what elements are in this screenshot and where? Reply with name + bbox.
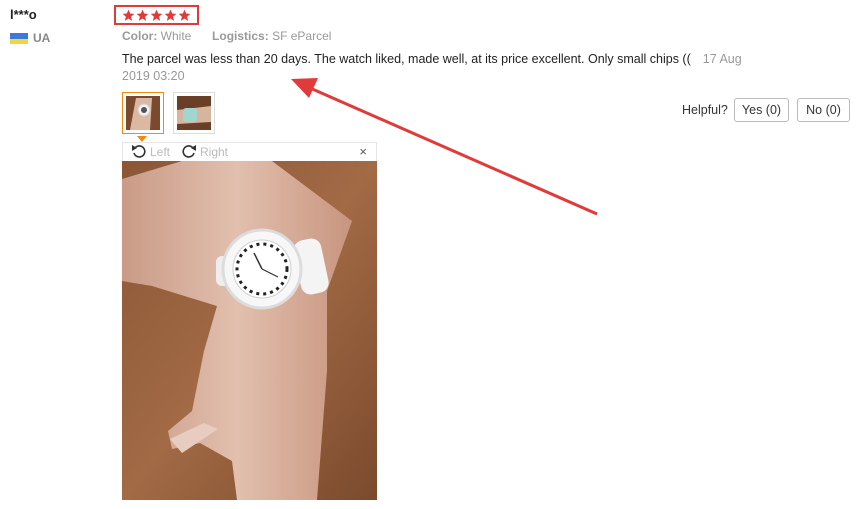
helpful-no-button[interactable]: No (0) [797,98,850,122]
rotate-left-label: Left [150,144,171,159]
logistics-value: SF eParcel [272,29,332,43]
rotate-right-icon [182,145,196,158]
star-icon [150,9,163,21]
reviewer-country: UA [33,31,51,45]
ukraine-flag-icon [10,33,28,44]
logistics-label: Logistics: [212,29,269,43]
star-icon [178,9,191,21]
review-body: The parcel was less than 20 days. The wa… [122,51,762,85]
rotate-right-label: Right [200,144,229,159]
star-icon [136,9,149,21]
star-icon [122,9,135,21]
rotate-left-icon [132,145,146,158]
star-icon [164,9,177,21]
review-photo-enlarged [122,161,377,500]
reviewer-name: l***o [10,7,37,22]
watch-on-wrist-photo-icon [177,96,211,130]
review-photo-thumbnail[interactable] [122,92,164,134]
review-text: The parcel was less than 20 days. The wa… [122,52,691,66]
star-rating [114,5,199,25]
rotate-right-button[interactable]: Right [181,144,228,159]
rotate-left-button[interactable]: Left [131,144,170,159]
photo-viewer-toolbar: Left Right × [122,142,377,161]
review-attributes: Color: White Logistics: SF eParcel [122,29,331,43]
helpful-yes-button[interactable]: Yes (0) [734,98,789,122]
helpful-label: Helpful? [682,103,728,117]
color-value: White [160,29,192,43]
watch-on-wrist-photo-icon [126,96,160,130]
review-photo-thumbnail[interactable] [173,92,215,134]
color-label: Color: [122,29,158,43]
close-viewer-button[interactable]: × [359,144,367,159]
